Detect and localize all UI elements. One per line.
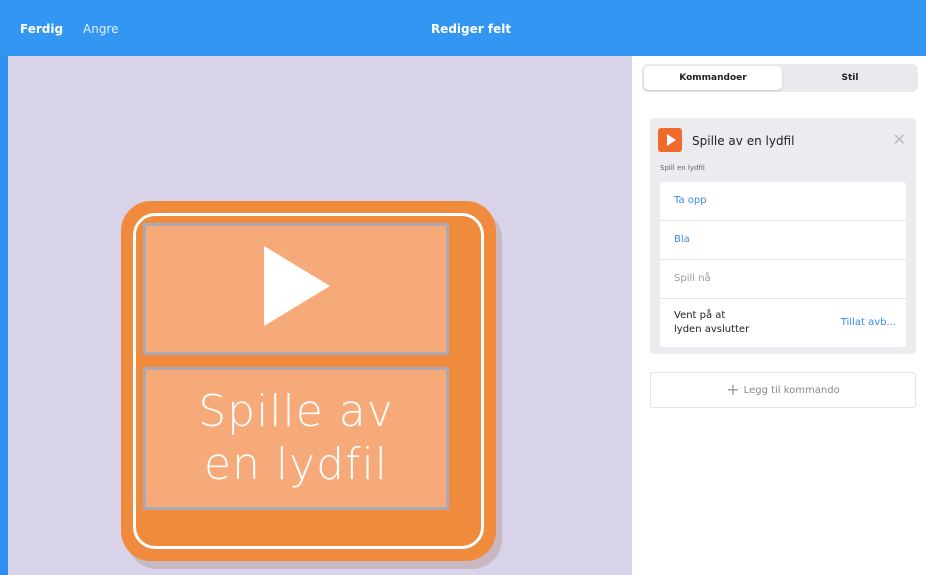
wait-label: Vent på at lyden avslutter bbox=[674, 310, 750, 335]
tile-image-area[interactable] bbox=[143, 223, 449, 355]
button-tile-preview[interactable]: Spille av en lydfil bbox=[121, 201, 496, 561]
tile-label: Spille av en lydfil bbox=[198, 385, 394, 490]
option-browse[interactable]: Bla bbox=[660, 221, 906, 260]
option-play-now[interactable]: Spill nå bbox=[660, 260, 906, 299]
option-record[interactable]: Ta opp bbox=[660, 182, 906, 221]
play-icon bbox=[658, 128, 682, 152]
plus-icon: + bbox=[726, 380, 740, 399]
tile-label-area[interactable]: Spille av en lydfil bbox=[143, 367, 449, 510]
wait-setting-row[interactable]: Vent på at lyden avslutter Tillat avb... bbox=[660, 299, 906, 347]
command-title: Spille av en lydfil bbox=[692, 134, 795, 148]
close-icon[interactable]: ✕ bbox=[893, 130, 906, 149]
top-bar: Ferdig Angre Rediger felt bbox=[0, 0, 926, 56]
tab-segmented-control: Kommandoer Stil bbox=[642, 64, 918, 92]
add-command-label: Legg til kommando bbox=[743, 385, 840, 396]
command-card: Spille av en lydfil ✕ Spill en lydfil Ta… bbox=[650, 118, 916, 354]
editor-canvas: Spille av en lydfil bbox=[8, 56, 632, 575]
wait-value[interactable]: Tillat avb... bbox=[841, 316, 896, 330]
page-title: Rediger felt bbox=[430, 22, 512, 36]
tab-stil[interactable]: Stil bbox=[782, 66, 918, 90]
add-command-button[interactable]: + Legg til kommando bbox=[650, 372, 916, 408]
properties-panel: Kommandoer Stil Spille av en lydfil ✕ Sp… bbox=[632, 56, 926, 575]
command-options: Ta opp Bla Spill nå Vent på at lyden avs… bbox=[660, 182, 906, 347]
tab-kommandoer[interactable]: Kommandoer bbox=[644, 66, 782, 90]
play-icon bbox=[264, 246, 330, 326]
left-edge-strip bbox=[0, 56, 8, 575]
command-subtitle: Spill en lydfil bbox=[660, 164, 705, 172]
